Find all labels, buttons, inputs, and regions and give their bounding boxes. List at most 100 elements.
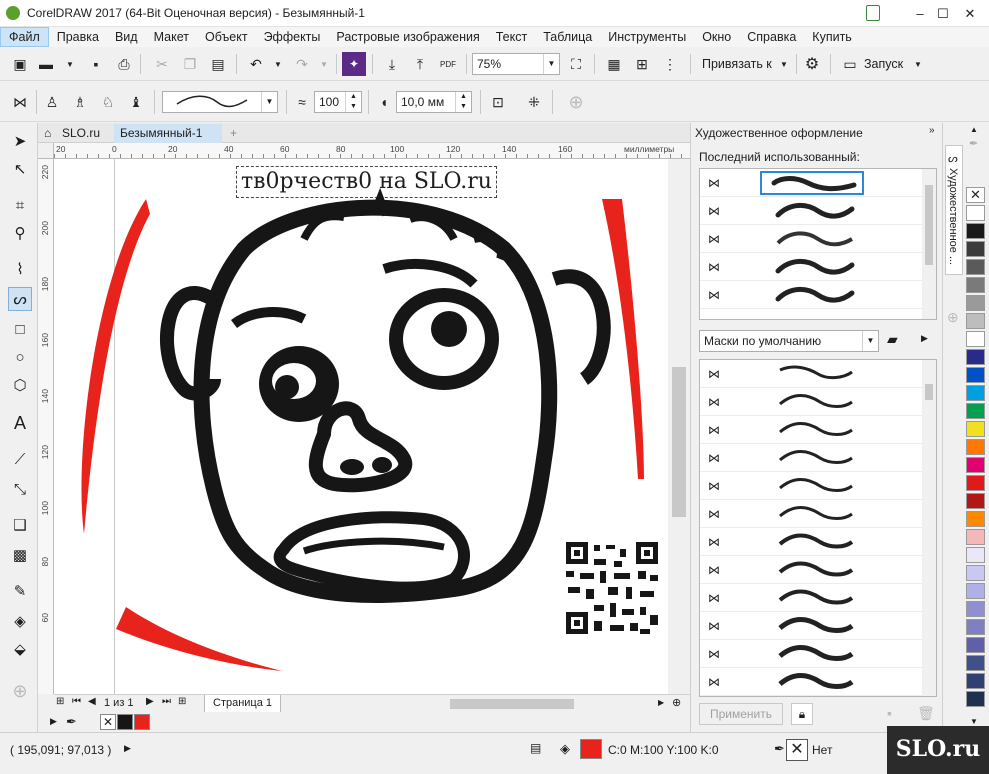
options-gear-icon[interactable]: ⚙: [800, 52, 824, 76]
print-icon[interactable]: ⎙: [112, 52, 136, 76]
preset-list-scrollbar[interactable]: [922, 360, 936, 696]
freehand-tool-icon[interactable]: ⌇: [8, 257, 32, 281]
last-page-icon[interactable]: ⏭: [162, 696, 171, 707]
menu-effects[interactable]: Эффекты: [256, 27, 329, 47]
update-icon[interactable]: [866, 5, 880, 21]
eyedropper-icon[interactable]: ✒: [66, 714, 77, 730]
brush-preset-list[interactable]: ⋈ ⋈ ⋈ ⋈ ⋈ ⋈ ⋈ ⋈ ⋈ ⋈ ⋈ ⋈: [699, 359, 937, 697]
text-tool-icon[interactable]: A: [8, 411, 32, 435]
palette-swatch[interactable]: [966, 583, 985, 599]
recent-brush-list[interactable]: ⋈ ⋈ ⋈ ⋈ ⋈: [699, 168, 937, 320]
palette-swatch[interactable]: [966, 565, 985, 581]
menu-buy[interactable]: Купить: [804, 27, 860, 47]
menu-file[interactable]: Файл: [0, 27, 49, 47]
black-swatch[interactable]: [117, 714, 133, 730]
lock-icon[interactable]: 🔒︎: [791, 703, 813, 725]
palette-swatch[interactable]: [966, 367, 985, 383]
smoothness-spinner[interactable]: 100 ▲ ▼: [314, 91, 362, 113]
palette-swatch[interactable]: [966, 457, 985, 473]
add-page-icon[interactable]: ⊞: [56, 696, 64, 707]
menu-table[interactable]: Таблица: [535, 27, 600, 47]
sprayer-icon[interactable]: ♗: [68, 90, 92, 114]
list-item[interactable]: ⋈: [700, 472, 922, 500]
guidelines-icon[interactable]: ⋮: [658, 52, 682, 76]
palette-swatch[interactable]: [966, 475, 985, 491]
save-icon[interactable]: ▪: [84, 52, 108, 76]
palette-swatch[interactable]: [966, 331, 985, 347]
palette-swatch[interactable]: [966, 637, 985, 653]
cut-icon[interactable]: ✂: [150, 52, 174, 76]
brush-icon[interactable]: ♙: [40, 90, 64, 114]
scale-with-object-icon[interactable]: ⊡: [486, 90, 510, 114]
first-page-icon[interactable]: ⏮: [72, 696, 81, 707]
palette-swatch[interactable]: [966, 547, 985, 563]
canvas-vertical-scrollbar[interactable]: [668, 159, 690, 694]
close-button[interactable]: ✕: [947, 0, 989, 27]
palette-scroll-down-icon[interactable]: ▼: [970, 717, 978, 726]
list-item[interactable]: ⋈: [700, 281, 922, 309]
menu-help[interactable]: Справка: [739, 27, 804, 47]
fill-color-indicator[interactable]: [580, 739, 602, 759]
palette-swatch[interactable]: [966, 421, 985, 437]
palette-swatch[interactable]: [966, 385, 985, 401]
preset-brush-icon[interactable]: ⋈: [8, 90, 32, 114]
palette-swatch[interactable]: [966, 259, 985, 275]
ruler-corner[interactable]: [38, 143, 54, 159]
ellipse-tool-icon[interactable]: ○: [8, 345, 32, 369]
home-icon[interactable]: ⌂: [38, 124, 56, 143]
no-fill-swatch[interactable]: ✕: [966, 187, 985, 203]
list-item[interactable]: ⋈: [700, 253, 922, 281]
next-page-icon[interactable]: ▶: [146, 696, 154, 707]
undo-dropdown-icon[interactable]: ▼: [266, 52, 290, 76]
palette-swatch[interactable]: [966, 403, 985, 419]
list-item[interactable]: ⋈: [700, 584, 922, 612]
list-item[interactable]: ⋈: [700, 444, 922, 472]
open-icon[interactable]: ▬: [34, 52, 58, 76]
list-item[interactable]: ⋈: [700, 528, 922, 556]
palette-scroll-up-icon[interactable]: ▲: [970, 125, 978, 134]
docker-expand-icon[interactable]: »: [929, 125, 935, 136]
tab-page-1[interactable]: Страница 1: [204, 695, 282, 713]
palette-swatch[interactable]: [966, 691, 985, 707]
list-item[interactable]: ⋈: [700, 500, 922, 528]
palette-swatch[interactable]: [966, 673, 985, 689]
scrollbar-thumb[interactable]: [672, 367, 686, 517]
add-page-after-icon[interactable]: ⊞: [178, 696, 186, 707]
tab-slo-ru[interactable]: SLO.ru: [56, 124, 114, 143]
browse-folder-icon[interactable]: ▰: [887, 331, 898, 348]
list-item[interactable]: ⋈: [700, 416, 922, 444]
add-tab-icon[interactable]: +: [224, 124, 242, 143]
red-swatch[interactable]: [134, 714, 150, 730]
chevron-down-icon[interactable]: ▼: [543, 54, 559, 74]
tab-untitled-1[interactable]: Безымянный-1: [114, 124, 222, 143]
open-dropdown-icon[interactable]: ▼: [58, 52, 82, 76]
list-item[interactable]: ⋈: [700, 360, 922, 388]
outline-none-swatch[interactable]: ✕: [786, 739, 808, 761]
add-icon[interactable]: ⊕: [564, 90, 588, 114]
vertical-ruler[interactable]: 220 200 180 160 140 120 100 80 60: [38, 159, 54, 694]
copy-icon[interactable]: ❐: [178, 52, 202, 76]
palette-eyedropper-icon[interactable]: ✒: [969, 137, 978, 150]
palette-swatch[interactable]: [966, 349, 985, 365]
full-screen-icon[interactable]: ⛶: [564, 52, 588, 76]
search-content-icon[interactable]: ✦: [342, 52, 366, 76]
zoom-tool-icon[interactable]: ⚲: [8, 221, 32, 245]
horizontal-scrollbar-thumb[interactable]: [450, 699, 574, 709]
canvas-text[interactable]: тв0рчеств0 на SLO.ru: [236, 166, 497, 198]
drop-shadow-tool-icon[interactable]: ❑: [8, 513, 32, 537]
save-preset-icon[interactable]: ▪: [887, 705, 892, 721]
paste-icon[interactable]: ▤: [206, 52, 230, 76]
shape-tool-icon[interactable]: ↖: [8, 157, 32, 181]
stroke-width-spinner[interactable]: 10,0 мм ▲ ▼: [396, 91, 472, 113]
palette-swatch[interactable]: [966, 313, 985, 329]
list-item[interactable]: ⋈: [700, 388, 922, 416]
launch-dropdown-icon[interactable]: ▼: [906, 52, 930, 76]
palette-swatch[interactable]: [966, 241, 985, 257]
launch-icon[interactable]: ▭: [838, 52, 862, 76]
list-item[interactable]: ⋈: [700, 612, 922, 640]
no-color-swatch[interactable]: ✕: [100, 714, 116, 730]
menu-bitmaps[interactable]: Растровые изображения: [328, 27, 487, 47]
tab-artistic-media[interactable]: ᔕ Художественное ...: [945, 145, 963, 275]
zoom-navigator-icon[interactable]: ⊕: [672, 696, 681, 709]
artistic-media-tool-icon[interactable]: ᔕ: [8, 287, 32, 311]
